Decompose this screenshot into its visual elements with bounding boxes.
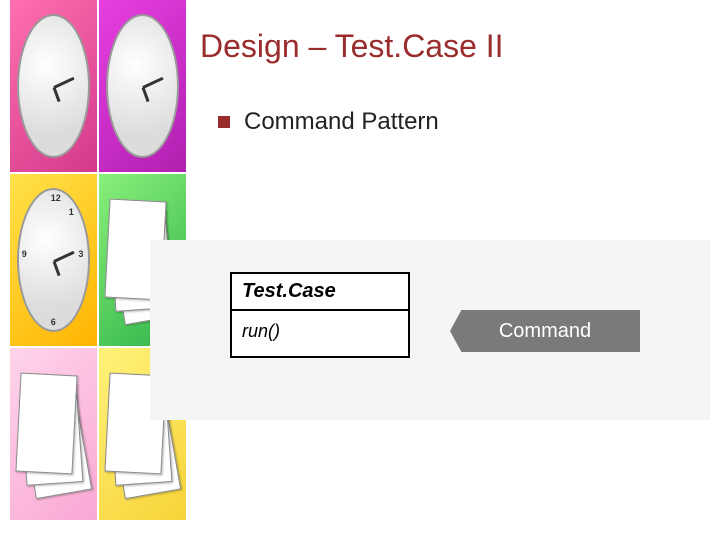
sidebar-tile xyxy=(10,348,97,520)
slide: 12 1 3 6 9 xyxy=(0,0,720,540)
uml-note: Command xyxy=(450,310,640,352)
uml-class-box: Test.Case run() xyxy=(230,272,410,358)
sidebar-tile xyxy=(99,0,186,172)
clock-icon xyxy=(17,14,90,159)
uml-operation: run() xyxy=(232,311,408,356)
clock-icon xyxy=(106,14,179,159)
uml-class-name: Test.Case xyxy=(232,274,408,311)
clock-icon: 12 1 3 6 9 xyxy=(17,188,90,333)
bullet-item: Command Pattern xyxy=(218,108,439,136)
bullet-icon xyxy=(218,116,230,128)
slide-title: Design – Test.Case II xyxy=(200,28,504,65)
sidebar-tile: 12 1 3 6 9 xyxy=(10,174,97,346)
sidebar-tile xyxy=(10,0,97,172)
uml-note-label: Command xyxy=(499,320,591,343)
uml-diagram: Test.Case run() Command xyxy=(150,240,710,420)
bullet-text: Command Pattern xyxy=(244,108,439,136)
paper-stack-icon xyxy=(17,369,90,507)
